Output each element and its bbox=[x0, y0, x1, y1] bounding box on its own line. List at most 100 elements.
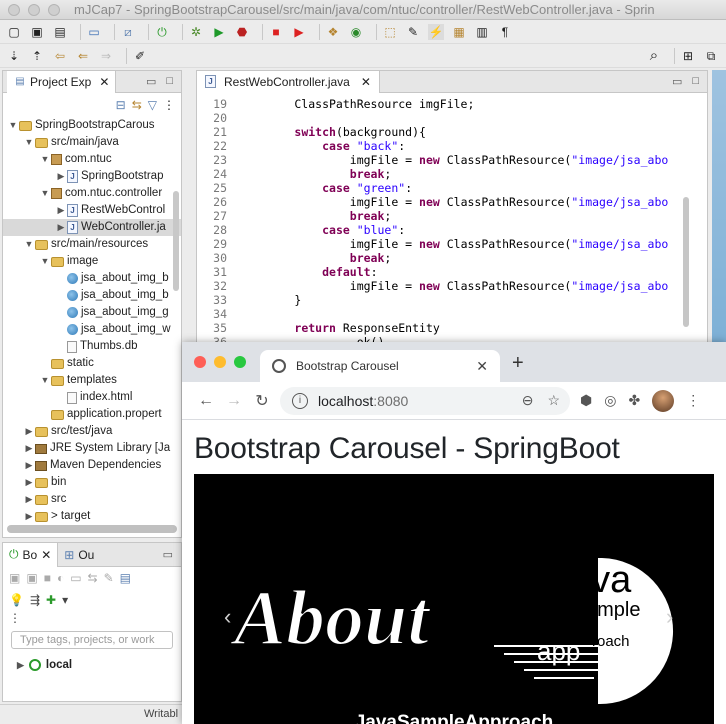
open-browser-icon[interactable]: ◐ bbox=[57, 571, 64, 585]
tree-item[interactable]: static bbox=[3, 355, 181, 372]
next-annotation-icon[interactable]: ⇣ bbox=[6, 48, 22, 64]
highlight-icon[interactable]: ⚡ bbox=[428, 23, 444, 40]
tree-item[interactable]: ▶ J RestWebControl bbox=[3, 202, 181, 219]
debug-app-icon[interactable]: ▣ bbox=[26, 571, 37, 585]
skip-breakpoints-icon[interactable]: ⧄ bbox=[120, 24, 136, 40]
close-tab-icon[interactable]: ✕ bbox=[476, 358, 488, 375]
editor-tab[interactable]: J RestWebController.java ✕ bbox=[197, 70, 380, 93]
java-perspective-icon[interactable]: ⧉ bbox=[703, 48, 719, 64]
chevron-down-icon[interactable]: ▼ bbox=[23, 236, 35, 253]
chevron-right-icon[interactable]: ▶ bbox=[55, 219, 67, 236]
open-console-icon[interactable]: ▭ bbox=[70, 571, 81, 585]
block-select-icon[interactable]: ▥ bbox=[474, 24, 490, 40]
chevron-down-icon[interactable]: ▼ bbox=[23, 134, 35, 151]
local-target[interactable]: ▶ local bbox=[3, 659, 181, 671]
chevron-right-icon[interactable]: ▶ bbox=[23, 457, 35, 474]
relaunch-icon[interactable]: ▶ bbox=[291, 24, 307, 40]
tree-item[interactable]: ▶ bin bbox=[3, 474, 181, 491]
last-edit-icon[interactable]: ⇦ bbox=[52, 48, 68, 64]
run-icon[interactable]: ▶ bbox=[211, 24, 227, 40]
save-all-icon[interactable]: ▤ bbox=[52, 24, 68, 40]
tree-item[interactable]: ▼ com.ntuc bbox=[3, 151, 181, 168]
chevron-right-icon[interactable]: ▶ bbox=[23, 423, 35, 440]
back-icon[interactable]: ⇐ bbox=[75, 48, 91, 64]
new-tab-button[interactable]: + bbox=[512, 352, 524, 375]
tree-item[interactable]: ▶ J WebController.ja bbox=[3, 219, 181, 236]
stop-app-icon[interactable]: ■ bbox=[44, 571, 51, 585]
tree-item[interactable]: ▶ src bbox=[3, 491, 181, 508]
tree-item[interactable]: application.propert bbox=[3, 406, 181, 423]
open-perspective-icon[interactable]: ⊞ bbox=[680, 48, 696, 64]
close-window-button[interactable] bbox=[8, 3, 20, 16]
tree-item[interactable]: ▶ Maven Dependencies bbox=[3, 457, 181, 474]
expose-icon[interactable]: ⇶ bbox=[30, 593, 40, 607]
reload-icon[interactable]: ↻ bbox=[248, 391, 276, 411]
new-icon[interactable]: ▢ bbox=[6, 24, 22, 40]
tree-item[interactable]: ▶ JRE System Library [Ja bbox=[3, 440, 181, 457]
filter-icon[interactable]: ▽ bbox=[148, 98, 157, 112]
lightbulb-icon[interactable]: 💡 bbox=[9, 593, 24, 607]
zoom-window-button[interactable] bbox=[234, 356, 246, 368]
chevron-right-icon[interactable]: ▶ bbox=[23, 491, 35, 508]
tree-item[interactable]: ▶ src/test/java bbox=[3, 423, 181, 440]
open-task-icon[interactable]: ✎ bbox=[405, 24, 421, 40]
extension-cube-icon[interactable]: ⬢ bbox=[580, 392, 592, 409]
boot-dashboard-icon[interactable]: ⏻ bbox=[154, 24, 170, 40]
new-class-icon[interactable]: ◉ bbox=[348, 24, 364, 40]
outline-tab[interactable]: ⊞ Ou bbox=[58, 543, 100, 567]
tree-item[interactable]: ▼ com.ntuc.controller bbox=[3, 185, 181, 202]
save-icon[interactable]: ▣ bbox=[29, 24, 45, 40]
bookmark-star-icon[interactable]: ☆ bbox=[547, 392, 560, 409]
chevron-down-icon[interactable]: ▼ bbox=[39, 253, 51, 270]
tree-item[interactable]: ▶ J SpringBootstrap bbox=[3, 168, 181, 185]
tree-item[interactable]: index.html bbox=[3, 389, 181, 406]
maximize-view-icon[interactable]: □ bbox=[166, 75, 173, 88]
maximize-view-icon[interactable]: □ bbox=[692, 75, 699, 88]
chevron-right-icon[interactable]: ▶ bbox=[17, 660, 24, 671]
avatar[interactable] bbox=[652, 389, 675, 412]
forward-icon[interactable]: ⇒ bbox=[98, 48, 114, 64]
zoom-window-button[interactable] bbox=[48, 3, 60, 16]
chevron-right-icon[interactable]: ▶ bbox=[23, 474, 35, 491]
close-window-button[interactable] bbox=[194, 356, 206, 368]
open-type-icon[interactable]: ⬚ bbox=[382, 24, 398, 40]
run-with-options-icon[interactable]: ⬣ bbox=[234, 24, 250, 40]
view-menu-icon[interactable]: ⋮ bbox=[9, 611, 21, 625]
code-area[interactable]: 19 ClassPathResource imgFile; 20 21 switch… bbox=[197, 97, 685, 345]
chevron-down-icon[interactable]: ▼ bbox=[39, 185, 51, 202]
search-icon[interactable]: ⌕ bbox=[646, 48, 662, 64]
boot-dashboard-tab[interactable]: ⏻ Bo ✕ bbox=[3, 542, 59, 567]
tree-item[interactable]: jsa_about_img_b bbox=[3, 287, 181, 304]
debug-icon[interactable]: ✲ bbox=[188, 24, 204, 40]
project-explorer-tab[interactable]: ▤ Project Exp ✕ bbox=[7, 70, 117, 93]
back-arrow-icon[interactable]: ← bbox=[192, 392, 220, 410]
address-bar[interactable]: i localhost:8080 ⊖ ☆ bbox=[280, 386, 570, 415]
chevron-down-icon[interactable]: ▼ bbox=[39, 372, 51, 389]
collapse-all-icon[interactable]: ⊟ bbox=[116, 98, 126, 112]
close-icon[interactable]: ✕ bbox=[361, 75, 371, 89]
tree-item[interactable]: ▼ templates bbox=[3, 372, 181, 389]
chevron-down-icon[interactable]: ▼ bbox=[7, 117, 19, 134]
minimize-window-button[interactable] bbox=[28, 3, 40, 16]
more-menu-icon[interactable]: ⋮ bbox=[686, 392, 700, 409]
minimize-view-icon[interactable]: ▭ bbox=[672, 75, 682, 88]
chevron-right-icon[interactable]: ▶ bbox=[23, 508, 35, 525]
terminal-icon[interactable]: ▭ bbox=[86, 24, 102, 40]
stop-icon[interactable]: ■ bbox=[268, 24, 284, 40]
extensions-puzzle-icon[interactable]: ✤ bbox=[628, 392, 640, 409]
carousel-prev-icon[interactable]: ‹ bbox=[224, 604, 231, 630]
tree-item[interactable]: ▼ src/main/resources bbox=[3, 236, 181, 253]
link-icon[interactable]: ⇆ bbox=[88, 571, 98, 585]
properties-icon[interactable]: ▤ bbox=[120, 571, 131, 585]
toggle-mark-icon[interactable]: ▦ bbox=[451, 24, 467, 40]
prev-annotation-icon[interactable]: ⇡ bbox=[29, 48, 45, 64]
tree-item[interactable]: jsa_about_img_w bbox=[3, 321, 181, 338]
add-target-icon[interactable]: ✚ bbox=[46, 593, 56, 607]
close-icon[interactable]: ✕ bbox=[99, 75, 109, 89]
link-with-editor-icon[interactable]: ⇆ bbox=[132, 98, 142, 112]
minimize-window-button[interactable] bbox=[214, 356, 226, 368]
new-java-project-icon[interactable]: ❖ bbox=[325, 24, 341, 40]
editor-scrollbar[interactable] bbox=[683, 197, 689, 327]
boot-search-input[interactable]: Type tags, projects, or work bbox=[11, 631, 173, 649]
minimize-view-icon[interactable]: ▭ bbox=[163, 548, 173, 561]
